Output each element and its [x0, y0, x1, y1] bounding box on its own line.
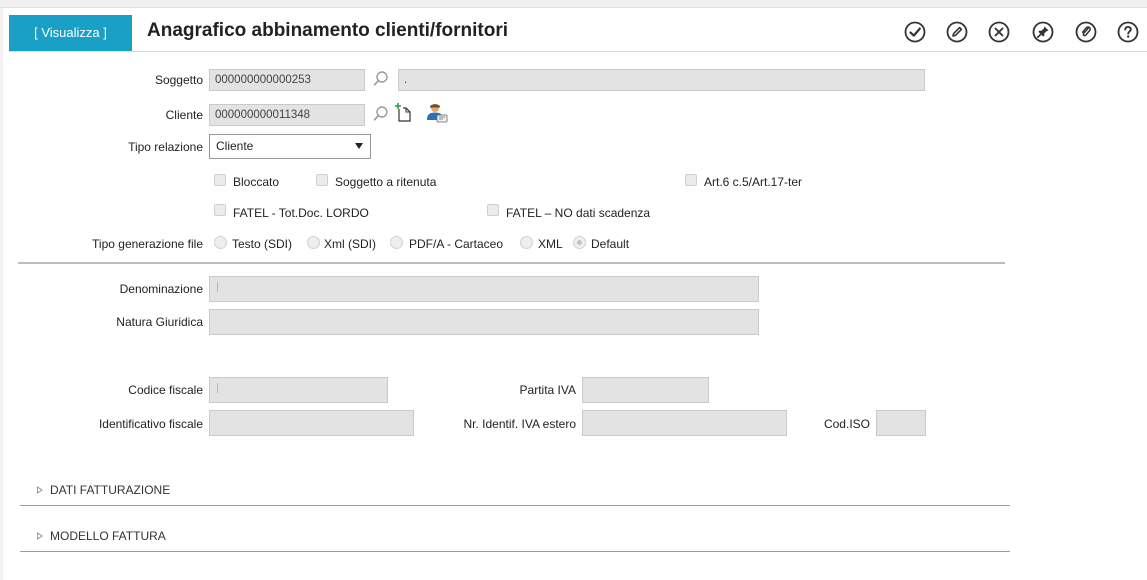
section-modello-fattura[interactable]: MODELLO FATTURA: [20, 523, 1010, 552]
soggetto-search-button[interactable]: [372, 70, 390, 91]
section-divider: [18, 262, 1005, 264]
nr-identif-iva-estero-field[interactable]: [582, 410, 787, 436]
radio-pdfa-cartaceo-label: PDF/A - Cartaceo: [409, 237, 504, 251]
radio-default-label: Default: [591, 237, 630, 251]
radio-xml[interactable]: [520, 236, 533, 249]
mode-badge[interactable]: [ Visualizza ]: [9, 15, 132, 51]
header-divider: [9, 51, 1147, 52]
radio-xml-sdi[interactable]: [307, 236, 320, 249]
tipo-relazione-select[interactable]: Cliente: [209, 134, 371, 159]
cliente-code-field[interactable]: 000000000011348: [209, 104, 365, 126]
attachment-icon: [1075, 21, 1097, 43]
section-modello-fattura-title: MODELLO FATTURA: [50, 529, 166, 543]
tipo-generazione-label: Tipo generazione file: [92, 237, 203, 251]
art6-checkbox[interactable]: [685, 174, 697, 186]
cod-iso-field[interactable]: [876, 410, 926, 436]
fatel-lordo-checkbox[interactable]: [214, 204, 226, 216]
chevron-down-icon: [355, 143, 363, 149]
soggetto-code-field[interactable]: 000000000000253: [209, 69, 365, 91]
denominazione-label: Denominazione: [119, 282, 203, 296]
soggetto-description-field[interactable]: .: [398, 69, 925, 91]
nr-identif-iva-estero-label: Nr. Identif. IVA estero: [463, 417, 577, 431]
codice-fiscale-field[interactable]: [209, 377, 388, 403]
edit-icon: [946, 21, 968, 43]
radio-xml-sdi-label: Xml (SDI): [324, 237, 376, 251]
bloccato-checkbox[interactable]: [214, 174, 226, 186]
radio-default[interactable]: [573, 236, 586, 249]
left-edge: [0, 8, 3, 580]
soggetto-ritenuta-label: Soggetto a ritenuta: [335, 175, 437, 189]
search-icon: [373, 106, 388, 121]
pin-icon: [1032, 21, 1054, 43]
cancel-icon: [988, 21, 1010, 43]
edit-button[interactable]: [946, 21, 968, 43]
denominazione-field[interactable]: [209, 276, 759, 302]
codice-fiscale-label: Codice fiscale: [128, 383, 203, 397]
top-border: [0, 0, 1147, 8]
confirm-icon: [904, 21, 926, 43]
cliente-new-button[interactable]: [394, 102, 414, 127]
natura-giuridica-label: Natura Giuridica: [116, 315, 203, 329]
bloccato-label: Bloccato: [233, 175, 280, 189]
fatel-no-scadenza-checkbox[interactable]: [487, 204, 499, 216]
confirm-button[interactable]: [904, 21, 926, 43]
radio-testo-sdi-label: Testo (SDI): [232, 237, 293, 251]
tipo-relazione-value: Cliente: [216, 139, 254, 153]
cod-iso-label: Cod.ISO: [823, 417, 870, 431]
cliente-label: Cliente: [165, 108, 203, 122]
natura-giuridica-field[interactable]: [209, 309, 759, 335]
new-document-icon: [395, 103, 411, 122]
identificativo-fiscale-field[interactable]: [209, 410, 414, 436]
expand-triangle-icon: [37, 486, 43, 494]
radio-pdfa-cartaceo[interactable]: [390, 236, 403, 249]
fatel-no-scadenza-label: FATEL – NO dati scadenza: [506, 206, 651, 220]
pin-button[interactable]: [1032, 21, 1054, 43]
user-card-icon: [427, 104, 448, 123]
page-title: Anagrafico abbinamento clienti/fornitori: [147, 20, 509, 41]
radio-xml-label: XML: [538, 237, 563, 251]
help-button[interactable]: [1117, 21, 1139, 43]
art6-label: Art.6 c.5/Art.17-ter: [704, 175, 803, 189]
identificativo-fiscale-label: Identificativo fiscale: [98, 417, 203, 431]
section-dati-fatturazione[interactable]: DATI FATTURAZIONE: [20, 477, 1010, 506]
help-icon: [1117, 21, 1139, 43]
soggetto-ritenuta-checkbox[interactable]: [316, 174, 328, 186]
soggetto-label: Soggetto: [154, 73, 203, 87]
search-icon: [373, 71, 388, 86]
cliente-search-button[interactable]: [372, 105, 390, 126]
attachment-button[interactable]: [1075, 21, 1097, 43]
cancel-button[interactable]: [988, 21, 1010, 43]
fatel-lordo-label: FATEL - Tot.Doc. LORDO: [233, 206, 369, 220]
radio-testo-sdi[interactable]: [214, 236, 227, 249]
partita-iva-field[interactable]: [582, 377, 709, 403]
cliente-anagrafica-button[interactable]: [426, 102, 448, 127]
tipo-relazione-label: Tipo relazione: [128, 140, 203, 154]
section-dati-fatturazione-title: DATI FATTURAZIONE: [50, 483, 171, 497]
expand-triangle-icon: [37, 532, 43, 540]
partita-iva-label: Partita IVA: [519, 383, 576, 397]
